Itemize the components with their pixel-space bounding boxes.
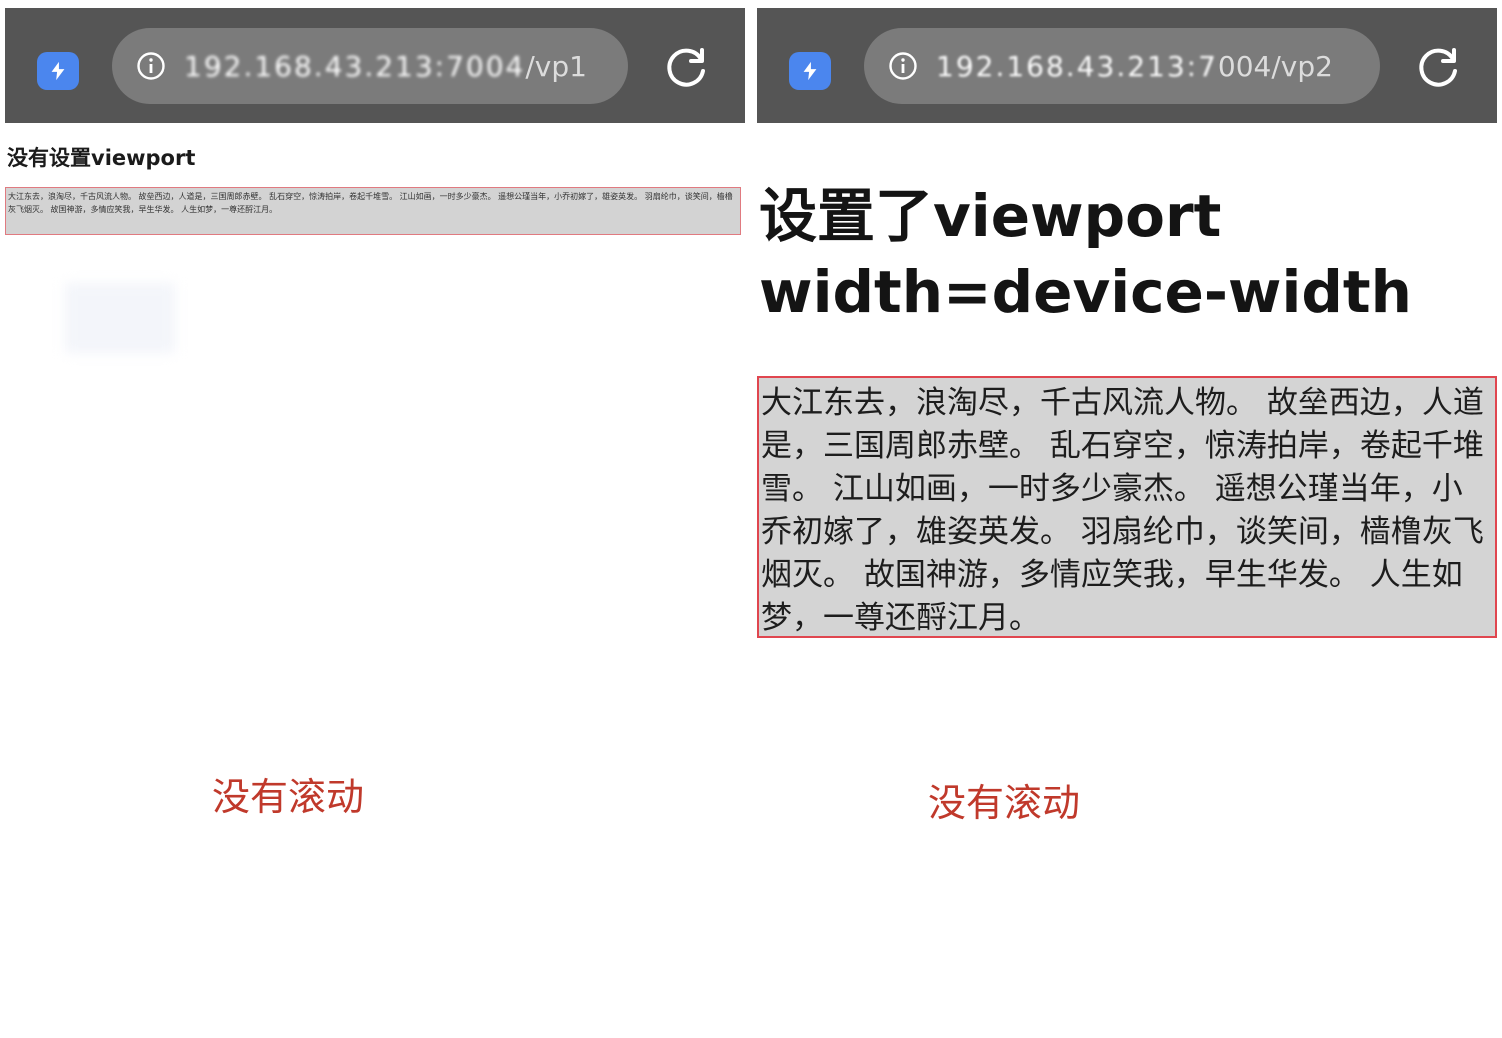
blurred-artifact (65, 283, 175, 353)
poem-block: 大江东去，浪淘尽，千古风流人物。 故垒西边，人道是，三国周郎赤壁。 乱石穿空，惊… (5, 187, 741, 235)
browser-toolbar: 192.168.43.213:7 004/vp2 (757, 8, 1497, 123)
right-caption: 没有滚动 (928, 781, 1081, 825)
poem-block: 大江东去，浪淘尽，千古风流人物。 故垒西边，人道是，三国周郎赤壁。 乱石穿空，惊… (757, 376, 1497, 638)
lightning-bolt-icon[interactable] (789, 52, 831, 90)
reload-icon[interactable] (1415, 45, 1461, 91)
url-host: 192.168.43.213:7 (936, 49, 1218, 83)
address-bar[interactable]: 192.168.43.213:7 004/vp2 (864, 28, 1380, 104)
heading-line-1: 设置了viewport (759, 182, 1222, 250)
info-circle-icon[interactable] (888, 51, 918, 81)
lightning-bolt-icon[interactable] (37, 52, 79, 90)
heading-line-2: width=device-width (759, 258, 1412, 326)
url-path: /vp1 (525, 49, 587, 83)
left-caption: 没有滚动 (212, 775, 365, 819)
address-bar[interactable]: 192.168.43.213:7004/vp1 (112, 28, 628, 104)
url-path: 004/vp2 (1217, 49, 1333, 83)
url-host: 192.168.43.213:7004 (184, 49, 526, 83)
info-circle-icon[interactable] (136, 51, 166, 81)
right-phone-screenshot: 192.168.43.213:7 004/vp2 设置了viewport widt… (757, 8, 1497, 1028)
reload-icon[interactable] (663, 45, 709, 91)
left-phone-screenshot: 192.168.43.213:7004/vp1 没有设置viewport 大江东… (5, 8, 745, 1028)
page-heading: 设置了viewport width=device-width (759, 178, 1489, 330)
page-heading: 没有设置viewport (7, 146, 196, 170)
browser-toolbar: 192.168.43.213:7004/vp1 (5, 8, 745, 123)
